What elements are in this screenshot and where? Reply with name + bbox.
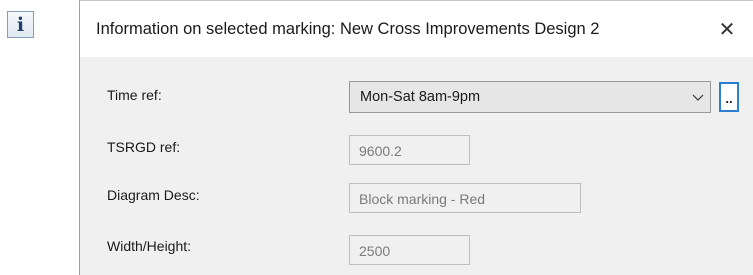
diagram-desc-field[interactable]: Block marking - Red — [349, 183, 581, 213]
chevron-down-icon — [692, 94, 704, 101]
tsrgd-ref-label: TSRGD ref: — [107, 139, 181, 155]
dialog-titlebar: Information on selected marking: New Cro… — [80, 1, 753, 57]
time-ref-value: Mon-Sat 8am-9pm — [360, 89, 481, 105]
width-height-label: Width/Height: — [107, 238, 192, 254]
info-icon[interactable]: i — [7, 11, 34, 38]
width-height-field[interactable]: 2500 — [349, 235, 470, 265]
marking-info-dialog: Information on selected marking: New Cro… — [79, 0, 753, 275]
diagram-desc-label: Diagram Desc: — [107, 187, 200, 203]
time-ref-label: Time ref: — [107, 87, 162, 103]
time-ref-browse-button[interactable]: .. — [719, 82, 739, 112]
tsrgd-ref-value: 9600.2 — [359, 143, 402, 159]
dialog-title: Information on selected marking: New Cro… — [96, 20, 600, 38]
time-ref-select[interactable]: Mon-Sat 8am-9pm — [349, 81, 711, 113]
width-height-value: 2500 — [359, 243, 391, 259]
close-button[interactable]: ✕ — [712, 15, 742, 45]
diagram-desc-value: Block marking - Red — [359, 191, 486, 207]
tsrgd-ref-field[interactable]: 9600.2 — [349, 135, 470, 165]
